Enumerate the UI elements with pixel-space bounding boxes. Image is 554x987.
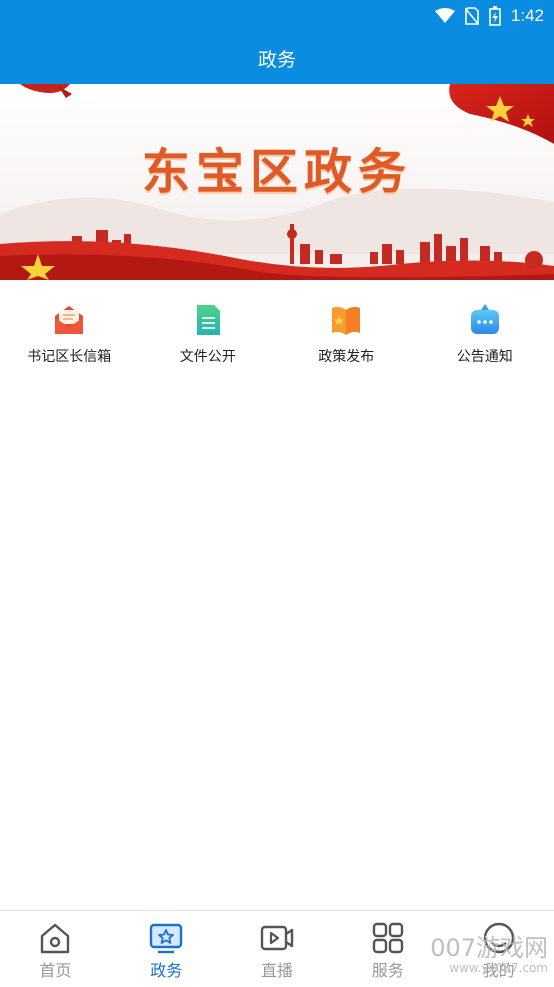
document-icon (190, 302, 226, 338)
watermark-url: www.yx007.com (430, 962, 548, 974)
shortcut-label: 书记区长信箱 (27, 346, 111, 366)
banner[interactable]: 东宝区政务 (0, 84, 554, 280)
watermark-text: 007游戏网 (430, 934, 548, 962)
shortcut-announcement[interactable]: 公告通知 (416, 280, 554, 376)
app-bar: 政务 (0, 32, 554, 84)
chat-bubble-icon (467, 302, 503, 338)
page-title: 政务 (258, 45, 296, 72)
nav-label: 直播 (261, 957, 293, 981)
shortcut-label: 文件公开 (180, 346, 236, 366)
banner-title: 东宝区政务 (0, 132, 554, 202)
mail-icon (51, 302, 87, 338)
status-icons: 1:42 (435, 0, 544, 32)
nav-item-live[interactable]: 直播 (222, 911, 333, 987)
nav-item-government[interactable]: 政务 (111, 911, 222, 987)
shortcut-policy-release[interactable]: 政策发布 (277, 280, 416, 376)
grid-icon (370, 921, 406, 955)
shortcut-label: 公告通知 (457, 346, 513, 366)
book-icon (328, 302, 364, 338)
live-video-icon (259, 921, 295, 955)
status-time: 1:42 (511, 6, 544, 26)
nav-label: 服务 (372, 957, 404, 981)
shortcut-row: 书记区长信箱 文件公开 政策发布 公告通知 (0, 280, 554, 376)
government-icon (148, 921, 184, 955)
shortcut-mayor-mailbox[interactable]: 书记区长信箱 (0, 280, 139, 376)
shortcut-file-public[interactable]: 文件公开 (139, 280, 278, 376)
watermark: 007游戏网 www.yx007.com (430, 936, 548, 974)
shortcut-label: 政策发布 (318, 346, 374, 366)
nav-item-home[interactable]: 首页 (0, 911, 111, 987)
no-sim-icon (465, 7, 479, 25)
nav-label: 政务 (150, 957, 182, 981)
wifi-icon (435, 8, 455, 24)
status-bar: 1:42 (0, 0, 554, 32)
battery-charging-icon (489, 6, 501, 26)
home-icon (37, 921, 73, 955)
nav-label: 首页 (39, 957, 71, 981)
nav-item-service[interactable]: 服务 (332, 911, 443, 987)
